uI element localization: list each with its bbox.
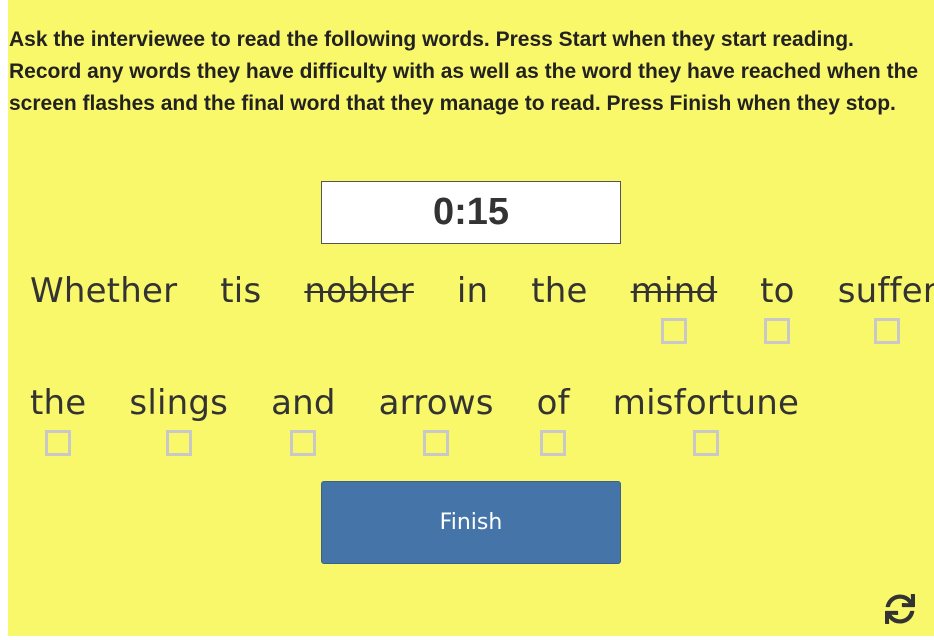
word-text: misfortune <box>612 383 800 423</box>
finish-button[interactable]: Finish <box>321 481 621 564</box>
word-item: of <box>537 380 570 456</box>
word-checkbox[interactable] <box>874 318 901 344</box>
instructions-text: Ask the interviewee to read the followin… <box>9 28 919 115</box>
word-text: slings <box>129 383 229 423</box>
word-checkbox[interactable] <box>423 430 450 456</box>
word-text: of <box>536 383 570 423</box>
reading-test-panel: Ask the interviewee to read the followin… <box>8 0 934 636</box>
word-row-2: the slings and arrows of misfortune <box>30 380 799 456</box>
word-item: mind <box>631 268 718 344</box>
word-checkbox[interactable] <box>764 318 791 344</box>
word-checkbox[interactable] <box>692 430 719 456</box>
word-item: the <box>531 268 587 344</box>
word-text: to <box>760 271 795 311</box>
word-item: the <box>30 380 86 456</box>
word-text: and <box>271 383 336 423</box>
word-item: and <box>271 380 336 456</box>
word-text: the <box>30 383 87 423</box>
word-text: arrows <box>378 383 494 423</box>
word-checkbox[interactable] <box>540 430 567 456</box>
word-checkbox[interactable] <box>660 318 687 344</box>
word-item: in <box>457 268 488 344</box>
word-checkbox[interactable] <box>290 430 317 456</box>
word-text: tis <box>220 271 262 311</box>
timer-display: 0:15 <box>321 181 621 244</box>
word-text: nobler <box>304 271 414 311</box>
word-text: the <box>531 271 588 311</box>
word-item: nobler <box>304 268 413 344</box>
word-item: misfortune <box>613 380 799 456</box>
word-item: Whether <box>30 268 177 344</box>
word-checkbox[interactable] <box>45 430 72 456</box>
word-checkbox[interactable] <box>165 430 192 456</box>
refresh-icon[interactable] <box>885 594 915 624</box>
word-item: suffer <box>838 268 934 344</box>
word-row-1: Whether tis nobler in the mind to suffer <box>30 268 934 344</box>
word-text: suffer <box>837 271 934 311</box>
word-item: arrows <box>379 380 494 456</box>
word-text: Whether <box>30 271 178 311</box>
word-text: in <box>456 271 489 311</box>
word-item: tis <box>220 268 261 344</box>
word-text: mind <box>630 271 718 311</box>
word-item: slings <box>129 380 228 456</box>
word-item: to <box>760 268 795 344</box>
